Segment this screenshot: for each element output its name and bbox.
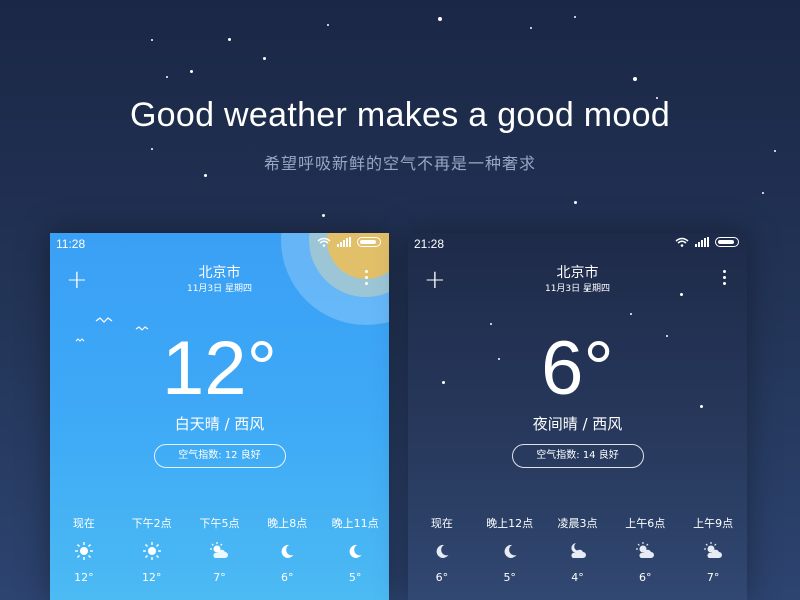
partly-cloudy-icon <box>636 542 655 558</box>
air-quality-button[interactable]: 空气指数: 12 良好 <box>153 444 286 468</box>
hourly-temp: 6° <box>281 571 294 584</box>
hourly-time: 上午6点 <box>625 517 666 530</box>
hourly-item: 现在 6° <box>408 515 476 595</box>
hero-subtitle: 希望呼吸新鲜的空气不再是一种奢求 <box>263 154 536 173</box>
star <box>490 323 492 325</box>
hourly-temp: 12° <box>74 571 94 584</box>
star <box>633 77 637 81</box>
star <box>204 174 207 177</box>
date-label: 11月3日 星期四 <box>186 284 253 294</box>
hourly-time: 晚上12点 <box>486 517 534 530</box>
star <box>574 201 577 204</box>
city-name: 北京市 <box>198 265 241 281</box>
current-temperature: 12° <box>162 326 277 411</box>
sun-icon <box>142 542 161 560</box>
hourly-forecast: 现在 6° 晚上12点 5° 凌晨3点 4° 上午6点 6° 上午9点 7° <box>408 515 747 595</box>
more-menu-button[interactable] <box>363 270 369 288</box>
partly-cloudy-icon <box>704 542 723 558</box>
hourly-temp: 5° <box>348 571 362 584</box>
star <box>151 39 153 41</box>
more-menu-button[interactable] <box>721 270 727 288</box>
star <box>228 38 231 41</box>
star <box>322 214 325 217</box>
hourly-temp: 6° <box>435 571 449 584</box>
wifi-icon <box>317 237 331 247</box>
hourly-time: 现在 <box>430 517 453 530</box>
moon-icon <box>436 544 449 558</box>
hourly-temp: 7° <box>213 571 226 584</box>
hourly-time: 下午5点 <box>199 517 240 530</box>
hero-title: Good weather makes a good mood <box>129 96 671 134</box>
hourly-time: 晚上8点 <box>267 517 308 530</box>
hourly-time: 现在 <box>72 517 95 530</box>
status-bar: 11:28 <box>50 233 389 253</box>
hourly-time: 下午2点 <box>131 517 172 530</box>
signal-icon <box>695 237 709 247</box>
status-icons <box>675 237 739 247</box>
battery-icon <box>715 237 739 247</box>
hourly-time: 凌晨3点 <box>557 517 598 530</box>
star <box>263 57 266 60</box>
moon-icon <box>504 544 517 558</box>
signal-icon <box>337 237 351 247</box>
hourly-time: 上午9点 <box>693 517 734 530</box>
hourly-time: 晚上11点 <box>331 517 379 530</box>
hourly-temp: 6° <box>639 571 652 584</box>
hourly-item: 上午6点 6° <box>611 515 679 595</box>
star <box>438 17 442 21</box>
star <box>190 70 193 73</box>
hourly-item: 晚上8点 6° <box>253 515 321 595</box>
hourly-item: 下午5点 7° <box>186 515 254 595</box>
air-quality-button[interactable]: 空气指数: 14 良好 <box>511 444 644 468</box>
hourly-item: 上午9点 7° <box>679 515 747 595</box>
sun-icon <box>74 542 93 560</box>
status-icons <box>317 237 381 247</box>
battery-icon <box>357 237 381 247</box>
moon-icon <box>349 544 362 558</box>
hourly-temp: 4° <box>571 571 584 584</box>
star <box>762 192 764 194</box>
hourly-temp: 5° <box>503 571 516 584</box>
partly-cloudy-icon <box>210 542 229 558</box>
hourly-temp: 12° <box>141 571 162 584</box>
star <box>574 16 576 18</box>
current-temperature: 6° <box>541 326 614 411</box>
wifi-icon <box>675 237 689 247</box>
moon-icon <box>281 544 294 558</box>
date-label: 11月3日 星期四 <box>544 284 611 294</box>
status-time: 11:28 <box>56 237 86 251</box>
night-weather-screen: 21:28 + 北京市 11月3日 星期四 6° 夜间晴 / 西风 空气指数: … <box>408 233 747 600</box>
hourly-item: 晚上12点 5° <box>476 515 544 595</box>
star <box>630 313 632 315</box>
hourly-item: 下午2点 12° <box>118 515 186 595</box>
status-time: 21:28 <box>414 237 445 251</box>
status-bar: 21:28 <box>408 233 747 253</box>
cloud-moon-icon <box>571 543 587 558</box>
day-weather-screen: 11:28 + 北京市 11月3日 星期四 12° 白天晴 / 西风 空气指数:… <box>50 233 389 600</box>
hourly-item: 晚上11点 5° <box>321 515 389 595</box>
star <box>327 24 329 26</box>
star <box>530 27 532 29</box>
city-name: 北京市 <box>556 265 599 281</box>
hourly-item: 凌晨3点 4° <box>544 515 612 595</box>
hourly-item: 现在 12° <box>50 515 118 595</box>
hourly-temp: 7° <box>706 571 720 584</box>
weather-condition: 白天晴 / 西风 <box>174 415 265 433</box>
star <box>166 76 168 78</box>
weather-condition: 夜间晴 / 西风 <box>532 415 623 433</box>
hourly-forecast: 现在 12° 下午2点 12° 下午5点 7° 晚上8点 6° 晚上11点 5° <box>50 515 389 595</box>
